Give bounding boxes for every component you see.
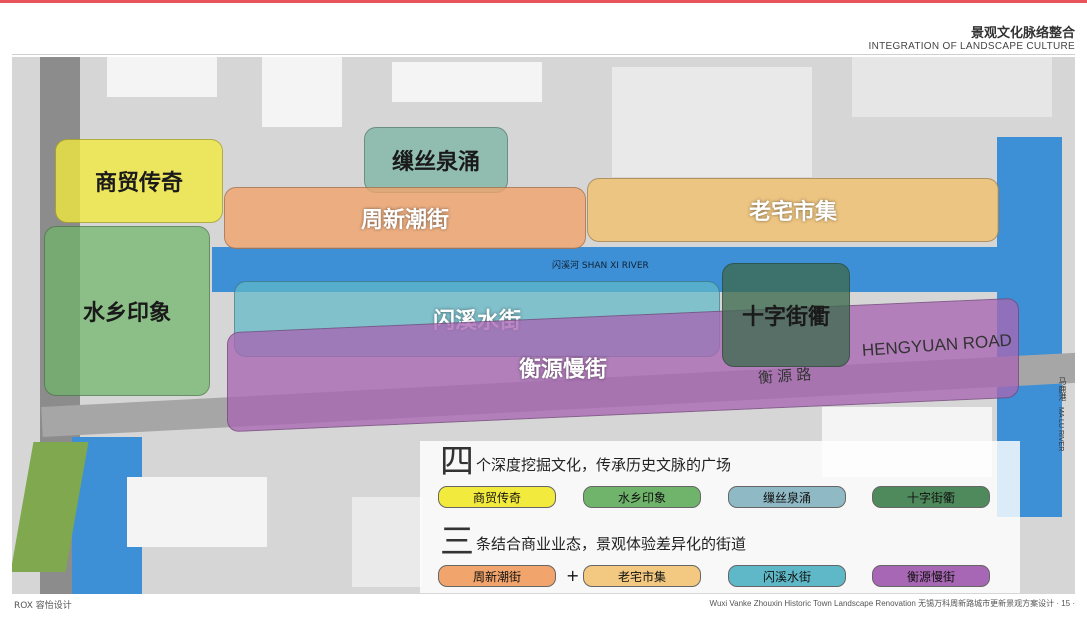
legend-item-saosi: 缫丝泉涌 <box>728 486 846 508</box>
river-label-v-cn: 马鹿港 <box>1058 377 1067 401</box>
legend-item-label: 老宅市集 <box>617 569 666 584</box>
road-label-cn: 衡 源 路 <box>757 366 812 387</box>
building-block <box>392 62 542 102</box>
legend-item-label: 商贸传奇 <box>472 490 521 505</box>
page-subtitle: INTEGRATION OF LANDSCAPE CULTURE <box>868 41 1075 52</box>
zone-label: 衡源慢街 <box>518 356 607 383</box>
legend-item-label: 水乡印象 <box>617 490 666 505</box>
building-block <box>107 57 217 97</box>
building-block <box>612 67 812 177</box>
legend-item-laozhai: 老宅市集 <box>583 565 701 587</box>
legend-item-label: 缫丝泉涌 <box>762 490 811 505</box>
building-block <box>127 477 267 547</box>
header-divider <box>12 54 1075 55</box>
building-block <box>262 57 342 127</box>
river-label: 闪溪河 SHAN XI RIVER <box>552 261 649 271</box>
zone-label: 老宅市集 <box>748 199 837 225</box>
legend-item-label: 闪溪水街 <box>762 569 811 584</box>
legend-item-shizi: 十字街衢 <box>872 486 990 508</box>
zone-label: 周新潮街 <box>360 207 449 233</box>
building-block <box>852 57 1052 117</box>
legend-item-label: 十字街衢 <box>906 490 955 505</box>
legend-plus: + <box>566 566 580 585</box>
zone-label: 商贸传奇 <box>94 170 183 196</box>
legend-item-shangmao: 商贸传奇 <box>438 486 556 508</box>
legend-streets-number: 三 <box>440 522 474 562</box>
zone-label: 水乡印象 <box>82 300 171 326</box>
zone-label: 十字街衢 <box>741 304 830 330</box>
zone-shangmao-chuanqi: 商贸传奇 <box>55 139 223 223</box>
zone-label: 缫丝泉涌 <box>391 149 480 175</box>
legend-panel: 四 个深度挖掘文化，传承历史文脉的广场 商贸传奇 水乡印象 缫丝泉涌 十字街衢 … <box>420 441 1020 593</box>
top-accent-line <box>0 0 1087 3</box>
zone-shizi-jiequ: 十字街衢 <box>722 263 850 367</box>
footer-brand: ROX 容怡设计 <box>14 601 72 611</box>
zone-zhouxin-chaojie: 周新潮街 <box>224 187 586 249</box>
legend-squares-title: 个深度挖掘文化，传承历史文脉的广场 <box>476 456 732 474</box>
page-title: 景观文化脉络整合 <box>970 26 1075 41</box>
zone-shuixiang-yinxiang: 水乡印象 <box>44 226 210 396</box>
zone-saosi-quanyong: 缫丝泉涌 <box>364 127 508 193</box>
legend-item-label: 周新潮街 <box>472 569 521 584</box>
building-block <box>352 497 422 587</box>
footer-project: Wuxi Vanke Zhouxin Historic Town Landsca… <box>709 599 1075 608</box>
legend-item-zhouxin: 周新潮街 <box>438 565 556 587</box>
legend-item-label: 衡源慢街 <box>906 569 955 584</box>
legend-item-shanxi: 闪溪水街 <box>728 565 846 587</box>
legend-item-shuixiang: 水乡印象 <box>583 486 701 508</box>
zone-laozhai-shiji: 老宅市集 <box>587 178 999 242</box>
legend-item-hengyuan: 衡源慢街 <box>872 565 990 587</box>
legend-streets-title: 条结合商业业态，景观体验差异化的街道 <box>476 535 747 553</box>
legend-squares-number: 四 <box>440 442 474 482</box>
river-label-v-en: MA LU RIVER <box>1057 407 1064 452</box>
